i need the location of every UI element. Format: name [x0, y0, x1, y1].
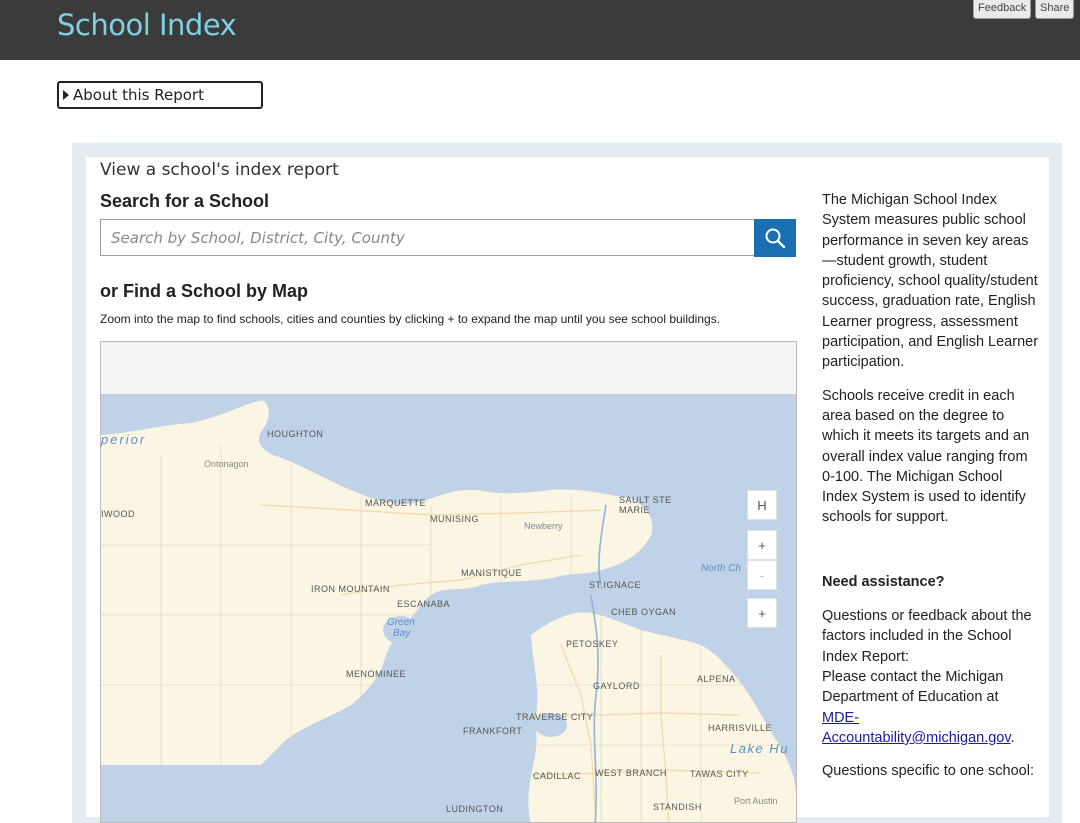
map-instructions: Zoom into the map to find schools, citie…	[100, 312, 721, 326]
credit-text: Schools receive credit in each area base…	[822, 387, 1030, 526]
info-sidebar: The Michigan School Index System measure…	[822, 190, 1040, 794]
map-label-newberry: Newberry	[524, 521, 563, 531]
map-label-frankfort: FRANKFORT	[463, 726, 523, 736]
map-label-ontonagon: Ontonagon	[204, 459, 249, 469]
map-label-menominee: MENOMINEE	[346, 669, 407, 679]
map-label-port-austin: Port Austin	[734, 796, 778, 806]
share-button[interactable]: Share	[1035, 0, 1075, 19]
about-report-toggle[interactable]: About this Report	[57, 81, 263, 109]
map-label-munising: MUNISING	[430, 514, 479, 524]
school-question-text: Questions specific to one school:	[822, 763, 1034, 780]
map-label-escanaba: ESCANABA	[397, 599, 451, 609]
map-zoom-out-button[interactable]: -	[747, 560, 777, 590]
map-label-cheboygan: CHEB OYGAN	[611, 607, 677, 617]
map-label-sault: SAULT STE	[619, 495, 672, 505]
search-icon	[765, 228, 786, 249]
contact-paragraph: Questions or feedback about the factors …	[822, 606, 1040, 748]
map-heading: or Find a School by Map	[100, 281, 309, 301]
app-title: School Index	[57, 8, 237, 42]
map-label-iron-mountain: IRON MOUNTAIN	[311, 584, 390, 594]
map-label-manistique: MANISTIQUE	[461, 568, 523, 578]
search-box	[100, 219, 754, 256]
map-label-west-branch: WEST BRANCH	[595, 768, 667, 778]
map-toolbar	[101, 342, 796, 395]
caret-right-icon	[63, 90, 69, 100]
map-label-traverse-city: TRAVERSE CITY	[516, 712, 594, 722]
map-label-bay: Bay	[393, 628, 411, 639]
map-label-green: Green	[387, 617, 415, 628]
map-view[interactable]: perior HOUGHTON Ontonagon IWOOD MARQUETT…	[101, 395, 796, 822]
view-title: View a school's index report	[100, 160, 339, 180]
map-zoom-in-button[interactable]: +	[747, 530, 777, 560]
about-report-label: About this Report	[73, 86, 204, 104]
map-label-north-channel: North Ch	[701, 563, 742, 574]
map-label-houghton: HOUGHTON	[267, 429, 324, 439]
assistance-heading: Need assistance?	[822, 573, 945, 590]
feedback-button[interactable]: Feedback	[973, 0, 1032, 19]
map-label-cadillac: CADILLAC	[533, 771, 582, 781]
map-label-petoskey: PETOSKEY	[566, 639, 619, 649]
map-container: perior HOUGHTON Ontonagon IWOOD MARQUETT…	[100, 341, 797, 823]
map-label-ironwood: IWOOD	[101, 509, 135, 519]
search-input[interactable]	[109, 220, 753, 255]
top-bar: School Index Feedback Share	[0, 0, 1080, 60]
map-label-alpena: ALPENA	[697, 674, 736, 684]
feedback-question-text: Questions or feedback about the factors …	[822, 608, 1032, 665]
search-heading: Search for a School	[100, 191, 270, 211]
map-label-ludington: LUDINGTON	[446, 804, 504, 814]
map-home-button[interactable]: H	[747, 490, 777, 520]
map-label-gaylord: GAYLORD	[593, 681, 640, 691]
map-label-marquette: MARQUETTE	[365, 498, 427, 508]
map-label-st-ignace: ST.IGNACE	[589, 580, 642, 590]
map-label-lake-huron: Lake Hu	[730, 741, 789, 756]
email-suffix: .	[1010, 729, 1015, 746]
map-expand-button[interactable]: +	[747, 598, 777, 628]
map-label-tawas-city: TAWAS CITY	[690, 769, 749, 779]
map-label-standish: STANDISH	[653, 802, 702, 812]
map-label-marie: MARIE	[619, 505, 651, 515]
map-label-superior: perior	[101, 432, 147, 447]
contact-email-link[interactable]: MDE-Accountability@michigan.gov	[822, 710, 1011, 746]
intro-text: The Michigan School Index System measure…	[822, 192, 1039, 371]
search-button[interactable]	[754, 219, 796, 257]
map-label-harrisville: HARRISVILLE	[708, 723, 773, 733]
contact-text: Please contact the Michigan Department o…	[822, 668, 1004, 706]
